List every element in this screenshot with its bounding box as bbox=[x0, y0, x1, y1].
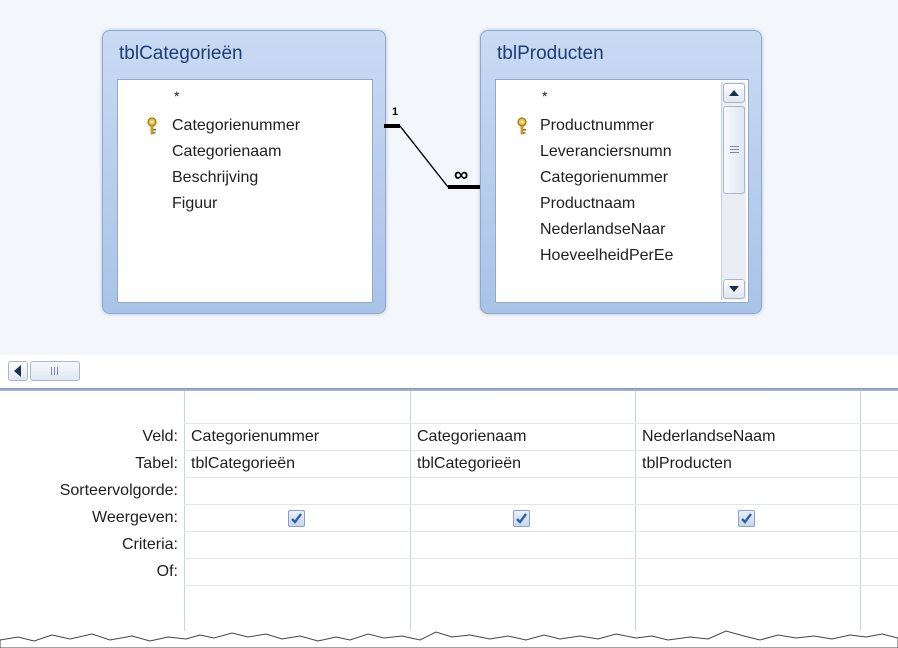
query-design-window: tblCategorieën * Categorienummer Categor… bbox=[0, 0, 898, 648]
show-checkbox[interactable] bbox=[513, 510, 530, 527]
relationship-many-label: ∞ bbox=[454, 164, 469, 186]
checkmark-icon bbox=[741, 513, 752, 524]
scroll-left-button[interactable] bbox=[8, 361, 28, 381]
row-label-weergeven: Weergeven: bbox=[92, 509, 178, 526]
relationship-one-label: 1 bbox=[392, 106, 399, 118]
table-pane[interactable]: tblCategorieën * Categorienummer Categor… bbox=[0, 0, 898, 355]
relationship-line[interactable] bbox=[0, 0, 898, 355]
tabel-cell[interactable]: tblProducten bbox=[642, 455, 732, 473]
row-label-sorteervolgorde: Sorteervolgorde: bbox=[59, 482, 178, 499]
torn-edge-decoration bbox=[0, 630, 898, 648]
show-checkbox[interactable] bbox=[738, 510, 755, 527]
tabel-cell[interactable]: tblCategorieën bbox=[191, 455, 295, 473]
checkmark-icon bbox=[516, 513, 527, 524]
row-label-criteria: Criteria: bbox=[121, 536, 178, 553]
horizontal-scroll-thumb[interactable] bbox=[30, 361, 80, 381]
veld-cell[interactable]: Categorienummer bbox=[191, 428, 319, 446]
tabel-cell[interactable]: tblCategorieën bbox=[417, 455, 521, 473]
veld-cell[interactable]: NederlandseNaam bbox=[642, 428, 775, 446]
row-label-veld: Veld: bbox=[142, 428, 178, 445]
show-checkbox[interactable] bbox=[288, 510, 305, 527]
veld-cell[interactable]: Categorienaam bbox=[417, 428, 526, 446]
checkmark-icon bbox=[291, 513, 302, 524]
row-label-of: Of: bbox=[156, 563, 178, 580]
arrow-left-icon bbox=[14, 365, 21, 377]
row-label-tabel: Tabel: bbox=[135, 455, 178, 472]
horizontal-scrollbar[interactable] bbox=[0, 358, 898, 384]
